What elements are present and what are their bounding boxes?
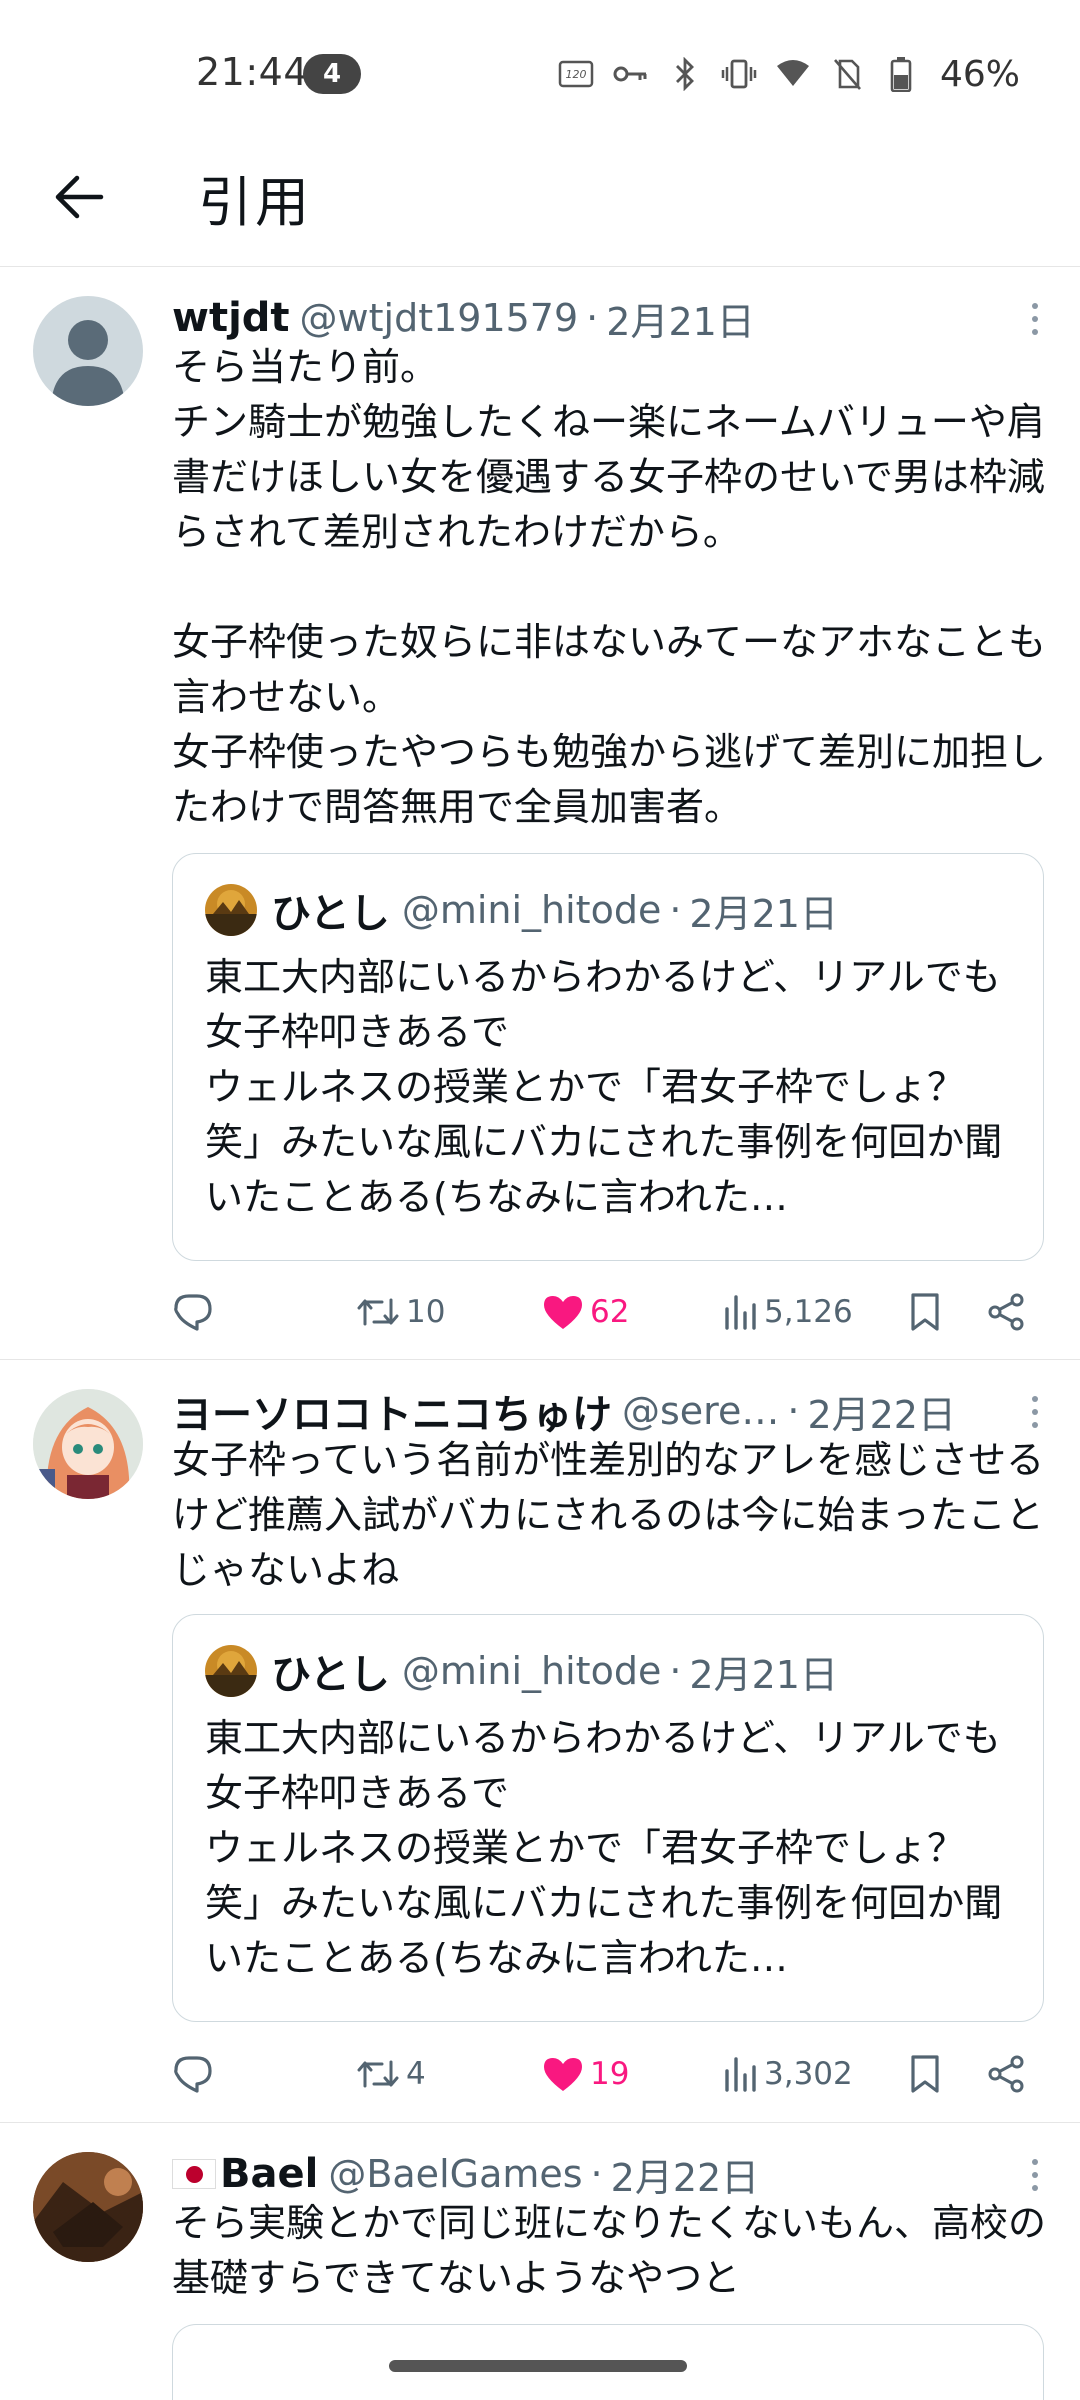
reply-icon — [174, 2056, 212, 2093]
no-sim-icon — [828, 55, 866, 93]
tweet-header: Bael @BaelGames · 2月22日 — [172, 2146, 1050, 2202]
avatar[interactable] — [33, 2152, 143, 2262]
quoted-tweet-date: 2月21日 — [689, 1652, 838, 1697]
tweet-actions: 4 19 3,302 — [172, 2044, 1050, 2104]
view-count: 3,302 — [764, 2056, 853, 2092]
top-app-bar: 引用 — [0, 150, 1080, 267]
gesture-navigation-bar[interactable] — [389, 2360, 687, 2372]
bookmark-button[interactable] — [908, 2044, 942, 2104]
retweet-count: 10 — [406, 1294, 446, 1330]
battery-percent: 46% — [939, 53, 1020, 95]
share-icon — [988, 1293, 1024, 1331]
status-time: 21:44 — [196, 50, 309, 94]
tweet-header: ヨーソロコトニコちゅけ @sere… · 2月22日 — [172, 1383, 1050, 1439]
tweet-date[interactable]: 2月22日 — [611, 2147, 760, 2202]
status-icons: 120 46% — [558, 52, 1020, 96]
vibrate-icon — [720, 55, 758, 93]
more-options-button[interactable] — [1020, 294, 1050, 344]
quoted-tweet[interactable]: ひとし @mini_hitode · 2月21日 東工大内部にいるからわかるけど… — [172, 1614, 1044, 2022]
tweet-actions: 10 62 5,126 — [172, 1282, 1050, 1342]
reply-button[interactable] — [172, 2044, 220, 2104]
separator-dot: · — [669, 888, 682, 932]
battery-icon — [882, 55, 920, 93]
flag-jp-icon — [172, 2159, 216, 2189]
author-name[interactable]: ヨーソロコトニコちゅけ — [172, 1383, 612, 1439]
arrow-left-icon — [55, 175, 104, 219]
separator-dot: · — [590, 2152, 603, 2196]
share-button[interactable] — [986, 1282, 1026, 1342]
retweet-icon — [357, 1298, 399, 1326]
retweet-button[interactable]: 4 — [356, 2044, 426, 2104]
tweet-header: wtjdt @wtjdt191579 · 2月21日 — [172, 290, 1050, 346]
like-button[interactable]: 62 — [542, 1282, 629, 1342]
share-icon — [988, 2055, 1024, 2093]
tweet-date[interactable]: 2月21日 — [606, 291, 755, 346]
heart-filled-icon — [544, 2058, 582, 2091]
bookmark-icon — [911, 2055, 939, 2093]
quoted-tweet-text: 東工大内部にいるからわかるけど、リアルでも女子枠叩きあるで ウェルネスの授業とか… — [205, 955, 1003, 1219]
tweet[interactable]: Bael @BaelGames · 2月22日 そら実験とかで同じ班になりたくな… — [0, 2124, 1080, 2400]
author-handle[interactable]: @wtjdt191579 — [300, 296, 579, 340]
tweet-text: そら実験とかで同じ班になりたくないもん、高校の基礎すらできてないようなやつと — [172, 2201, 1047, 2300]
bookmark-button[interactable] — [908, 1282, 942, 1342]
separator-dot: · — [787, 1389, 800, 1433]
like-count: 62 — [590, 1294, 630, 1330]
retweet-icon — [357, 2060, 399, 2088]
quoted-tweet[interactable]: ひとし @mini_hitode · 2月21日 東工大内部にいるからわかるけど… — [172, 853, 1044, 1261]
reply-icon — [174, 1294, 212, 1331]
back-button[interactable] — [44, 162, 114, 232]
refresh-rate-120hz-icon: 120 — [558, 55, 596, 93]
more-options-button[interactable] — [1020, 1387, 1050, 1437]
share-button[interactable] — [986, 2044, 1026, 2104]
avatar[interactable] — [33, 1389, 143, 1499]
separator-dot: · — [669, 1649, 682, 1693]
avatar[interactable] — [33, 296, 143, 406]
quoted-tweet-header: ひとし @mini_hitode · 2月21日 — [205, 882, 838, 938]
avatar — [205, 1645, 257, 1697]
views-button[interactable]: 5,126 — [722, 1282, 853, 1342]
author-name[interactable]: wtjdt — [172, 295, 290, 341]
tweet-date[interactable]: 2月22日 — [807, 1384, 956, 1439]
views-button[interactable]: 3,302 — [722, 2044, 853, 2104]
avatar — [205, 884, 257, 936]
quoted-tweet-text: 東工大内部にいるからわかるけど、リアルでも女子枠叩きあるで ウェルネスの授業とか… — [205, 1716, 1003, 1980]
status-bar: 21:44 4 120 46% — [0, 0, 1080, 150]
vpn-key-icon — [612, 55, 650, 93]
views-chart-icon — [725, 1295, 756, 1330]
author-name[interactable]: Bael — [220, 2151, 318, 2197]
tweet[interactable]: ヨーソロコトニコちゅけ @sere… · 2月22日 女子枠っていう名前が性差別… — [0, 1361, 1080, 2123]
notification-count-badge: 4 — [303, 54, 361, 94]
more-options-button[interactable] — [1020, 2150, 1050, 2200]
quoted-author-name: ひとし — [271, 891, 390, 937]
reply-button[interactable] — [172, 1282, 220, 1342]
separator-dot: · — [586, 296, 599, 340]
quoted-tweet-header: ひとし @mini_hitode · 2月21日 — [205, 1643, 838, 1699]
views-chart-icon — [725, 2057, 756, 2092]
quoted-tweet-date: 2月21日 — [689, 891, 838, 936]
svg-text:120: 120 — [565, 68, 586, 81]
tweet[interactable]: wtjdt @wtjdt191579 · 2月21日 そら当たり前。 チン騎士が… — [0, 268, 1080, 1360]
view-count: 5,126 — [764, 1294, 853, 1330]
bookmark-icon — [911, 1293, 939, 1331]
author-handle[interactable]: @sere… — [622, 1389, 779, 1433]
wifi-icon — [774, 55, 812, 93]
heart-filled-icon — [544, 1296, 582, 1329]
author-handle[interactable]: @BaelGames — [328, 2152, 582, 2196]
retweet-button[interactable]: 10 — [356, 1282, 445, 1342]
like-count: 19 — [590, 2056, 630, 2092]
bluetooth-icon — [666, 55, 704, 93]
retweet-count: 4 — [406, 2056, 426, 2092]
quoted-author-handle: @mini_hitode — [401, 888, 662, 932]
quoted-author-name: ひとし — [271, 1652, 390, 1698]
page-title: 引用 — [198, 171, 312, 234]
quoted-author-handle: @mini_hitode — [401, 1649, 662, 1693]
tweet-text: そら当たり前。 チン騎士が勉強したくねー楽にネームバリューや肩書だけほしい女を優… — [172, 345, 1047, 829]
like-button[interactable]: 19 — [542, 2044, 629, 2104]
tweet-text: 女子枠っていう名前が性差別的なアレを感じさせるけど推薦入試がバカにされるのは今に… — [172, 1438, 1045, 1592]
